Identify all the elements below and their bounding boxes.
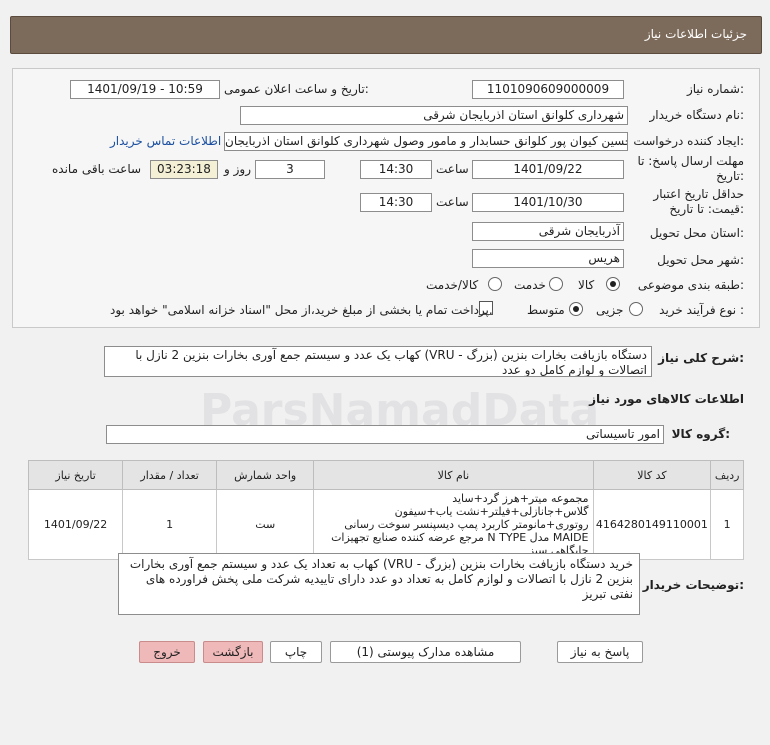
reply-deadline-label: مهلت ارسال پاسخ: تا <box>637 154 744 168</box>
process-option-minor: جزیی <box>596 303 624 317</box>
summary-text: دستگاه بازیافت بخارات بنزین (بزرگ - VRU)… <box>104 346 652 377</box>
province-field: آذربایجان شرقی <box>472 222 624 241</box>
treasury-payment-note: پرداخت تمام یا بخشی از مبلغ خرید،از محل … <box>110 303 493 317</box>
reply-time-field: 14:30 <box>360 160 432 179</box>
page-header: جزئیات اطلاعات نیاز <box>10 16 762 54</box>
contact-buyer-link[interactable]: اطلاعات تماس خریدار <box>110 134 221 148</box>
validity-label-2: قیمت: تا تاریخ: <box>669 202 744 216</box>
summary-label: شرح کلی نیاز: <box>658 351 744 365</box>
announce-field: 1401/09/19 - 10:59 <box>70 80 220 99</box>
process-label: نوع فرآیند خرید : <box>659 303 744 317</box>
remaining-label: ساعت باقی مانده <box>52 162 142 176</box>
table-row: 1 4164280149110001 مجموعه میتر+هرز گرد+س… <box>27 489 744 560</box>
reply-time-label: ساعت <box>436 162 469 176</box>
province-label: استان محل تحویل: <box>649 226 744 240</box>
process-option-medium: متوسط <box>527 303 565 317</box>
buyer-field: شهرداری کلوانق استان اذربایجان شرقی <box>240 106 628 125</box>
category-option-goods-service: کالا/خدمت <box>426 278 479 292</box>
validity-time-field: 14:30 <box>360 193 432 212</box>
need-number-field: 1101090609000009 <box>472 80 624 99</box>
goods-group-label: گروه کالا: <box>671 427 730 441</box>
category-option-service: خدمت <box>514 278 546 292</box>
remaining-time-field: 03:23:18 <box>150 160 218 179</box>
col-date: تاریخ نیاز <box>27 460 124 490</box>
goods-table: ردیف کد کالا نام کالا واحد شمارش تعداد /… <box>27 460 744 560</box>
city-field: هریس <box>472 249 624 268</box>
col-index: ردیف <box>710 460 744 490</box>
row-unit: ست <box>216 489 315 560</box>
row-name: مجموعه میتر+هرز گرد+ساید گلاس+جانازلی+فی… <box>313 489 594 560</box>
exit-button[interactable]: خروج <box>139 641 195 663</box>
buyer-notes-text: خرید دستگاه بازیافت بخارات بنزین (بزرگ -… <box>118 553 640 615</box>
row-index: 1 <box>710 489 744 560</box>
creator-field: حسین کیوان پور کلوانق حسابدار و مامور وص… <box>224 132 628 151</box>
creator-label: ایجاد کننده درخواست: <box>633 134 744 148</box>
days-label: روز و <box>224 162 251 176</box>
col-name: نام کالا <box>313 460 594 490</box>
row-date: 1401/09/22 <box>27 489 124 560</box>
category-label: طبقه بندی موضوعی: <box>637 278 744 292</box>
validity-label: حداقل تاریخ اعتبار <box>653 187 744 201</box>
need-number-label: شماره نیاز: <box>686 82 744 96</box>
back-button[interactable]: بازگشت <box>203 641 263 663</box>
row-code: 4164280149110001 <box>592 489 712 560</box>
reply-date-field: 1401/09/22 <box>472 160 624 179</box>
col-code: کد کالا <box>592 460 712 490</box>
goods-table-header: ردیف کد کالا نام کالا واحد شمارش تعداد /… <box>27 460 744 490</box>
page-title: جزئیات اطلاعات نیاز <box>644 27 747 41</box>
days-field: 3 <box>255 160 325 179</box>
category-option-goods: کالا <box>578 278 595 292</box>
buyer-label: نام دستگاه خریدار: <box>649 108 745 122</box>
category-radio-goods-service[interactable] <box>488 277 502 291</box>
print-button[interactable]: چاپ <box>270 641 322 663</box>
reply-deadline-label-2: تاریخ: <box>716 169 744 183</box>
announce-label: تاریخ و ساعت اعلان عمومی: <box>224 82 369 96</box>
reply-button[interactable]: پاسخ به نیاز <box>557 641 643 663</box>
goods-group-field: امور تاسیساتی <box>106 425 664 444</box>
goods-section-title: اطلاعات کالاهای مورد نیاز <box>589 392 744 406</box>
category-radio-goods[interactable] <box>606 277 620 291</box>
process-radio-minor[interactable] <box>629 302 643 316</box>
validity-date-field: 1401/10/30 <box>472 193 624 212</box>
category-radio-service[interactable] <box>549 277 563 291</box>
row-qty: 1 <box>122 489 218 560</box>
view-attachments-button[interactable]: مشاهده مدارک پیوستی (1) <box>330 641 521 663</box>
process-radio-medium[interactable] <box>569 302 583 316</box>
col-qty: تعداد / مقدار <box>122 460 218 490</box>
buyer-notes-label: توضیحات خریدار: <box>642 578 744 592</box>
city-label: شهر محل تحویل: <box>657 253 744 267</box>
validity-time-label: ساعت <box>436 195 469 209</box>
col-unit: واحد شمارش <box>216 460 315 490</box>
